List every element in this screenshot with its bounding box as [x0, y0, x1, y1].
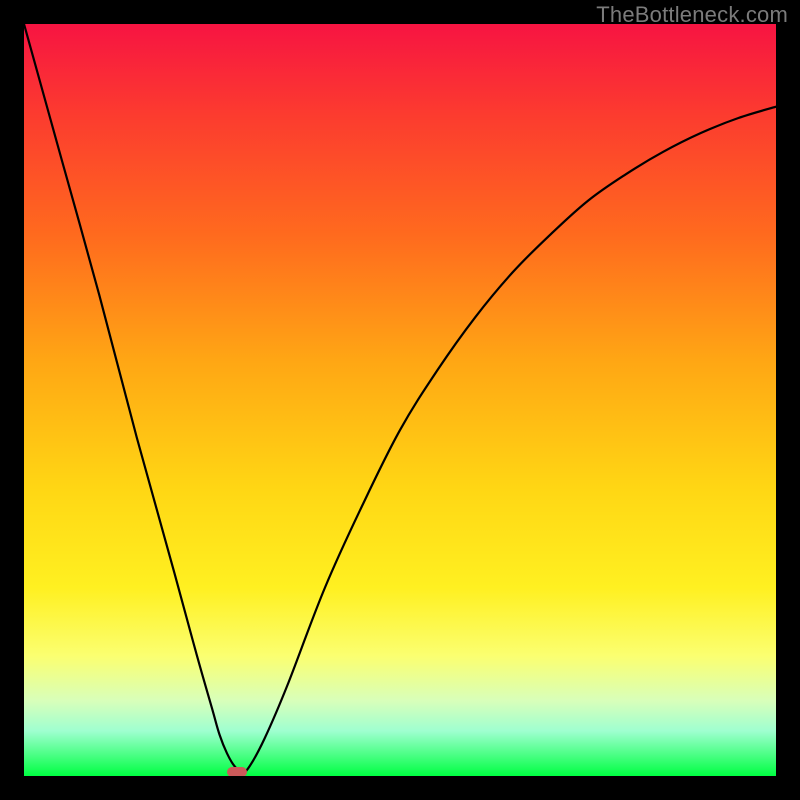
chart-frame: TheBottleneck.com: [0, 0, 800, 800]
plot-area: [24, 24, 776, 776]
bottleneck-marker: [227, 767, 247, 776]
watermark-text: TheBottleneck.com: [596, 2, 788, 28]
bottleneck-curve: [24, 24, 776, 776]
